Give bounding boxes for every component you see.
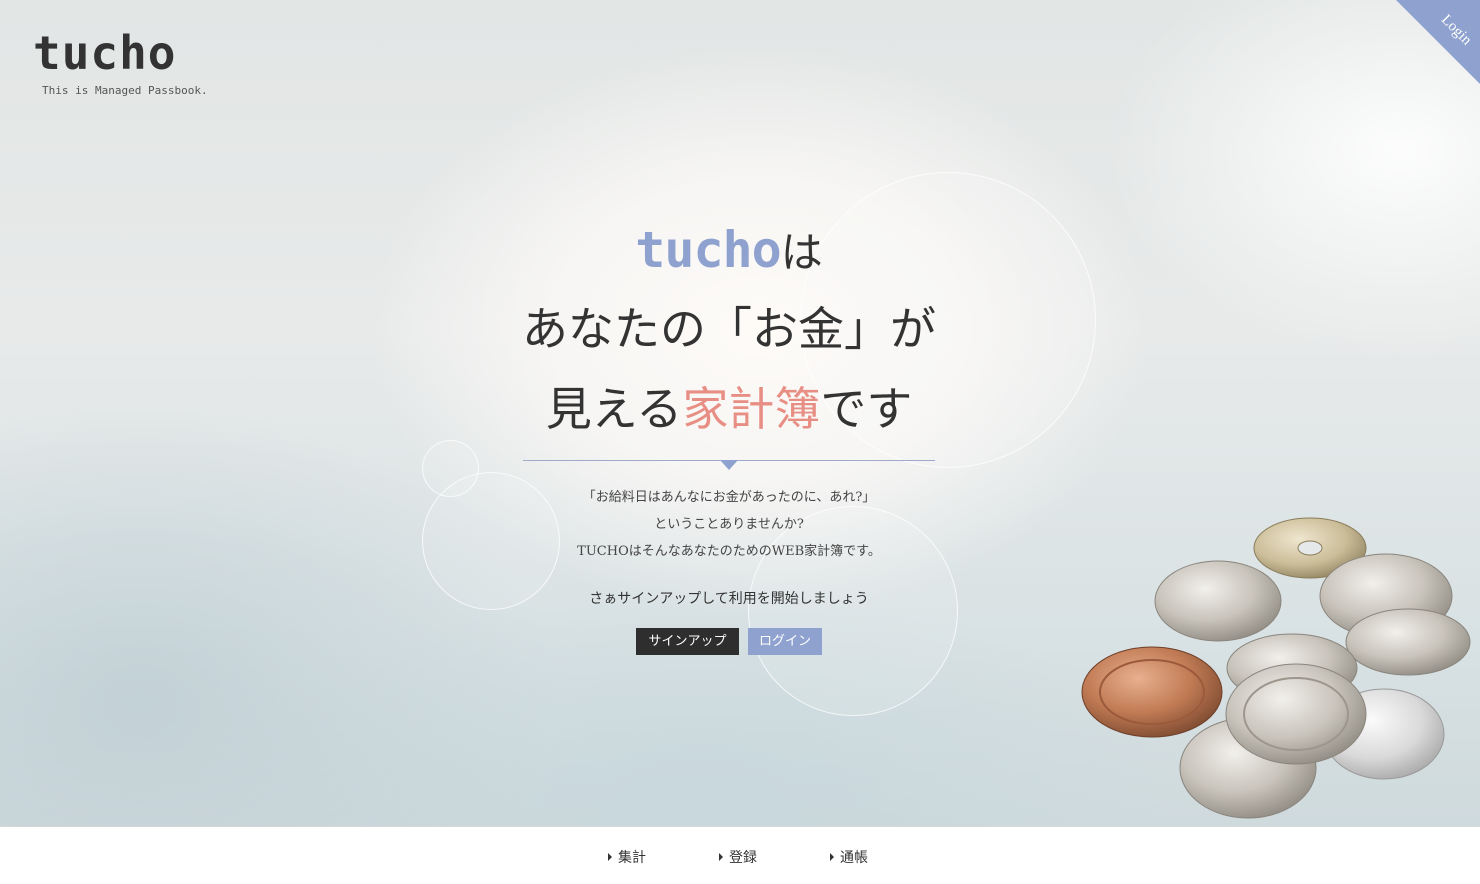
hero-section: tucho This is Managed Passbook. Login tu…: [0, 0, 1480, 826]
headline-particle: は: [780, 228, 823, 277]
signup-button[interactable]: サインアップ: [636, 628, 739, 655]
headline-accent: 家計簿: [682, 382, 821, 436]
coins-image: [1081, 517, 1471, 819]
logo-subtitle: This is Managed Passbook.: [42, 84, 208, 97]
headline-line-3-prefix: 見える: [545, 382, 683, 436]
footer-nav: 集計 登録 通帳: [0, 826, 1480, 884]
login-button[interactable]: ログイン: [748, 628, 822, 655]
cta-text: さぁサインアップして利用を開始しましょう: [589, 591, 869, 607]
logo[interactable]: tucho This is Managed Passbook.: [33, 30, 208, 97]
headline-line-1: tuchoは: [500, 215, 958, 285]
caret-right-icon: [719, 852, 723, 861]
caret-right-icon: [608, 852, 612, 861]
nav-item-register[interactable]: 登録: [719, 847, 757, 867]
caret-right-icon: [830, 852, 834, 861]
description-line-2: ということありませんか?: [654, 517, 804, 532]
headline-line-2: あなたの「お金」が: [522, 302, 936, 356]
description: 「お給料日はあんなにお金があったのに、あれ?」 ということありませんか? TUC…: [500, 484, 958, 565]
headline: tuchoは あなたの「お金」が 見える家計簿です: [500, 215, 958, 449]
description-line-1: 「お給料日はあんなにお金があったのに、あれ?」: [582, 490, 876, 505]
nav-item-passbook[interactable]: 通帳: [830, 847, 868, 867]
nav-item-label: 登録: [729, 850, 757, 866]
headline-line-3: 見える家計簿です: [500, 369, 958, 449]
nav-item-summary[interactable]: 集計: [608, 847, 646, 867]
headline-brand: tucho: [635, 221, 782, 279]
headline-line-3-suffix: です: [820, 382, 913, 436]
nav-item-label: 集計: [618, 850, 646, 866]
description-line-3: TUCHOはそんなあなたのためのWEB家計簿です。: [577, 544, 881, 559]
logo-title: tucho: [33, 26, 177, 80]
divider-arrow-icon: [720, 460, 738, 470]
nav-item-label: 通帳: [840, 850, 868, 866]
